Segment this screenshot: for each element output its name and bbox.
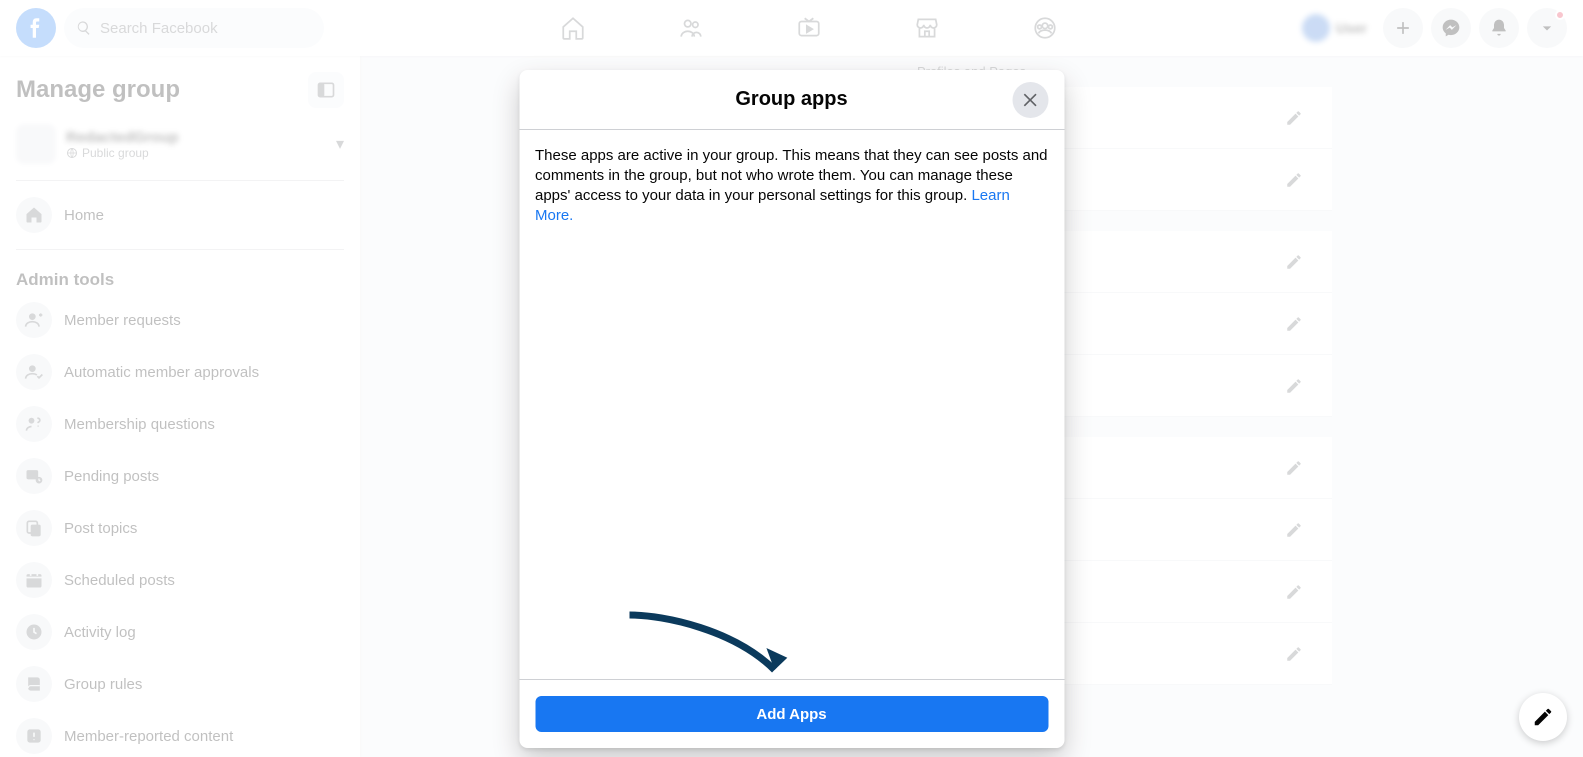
modal-footer: Add Apps [519,679,1064,748]
add-apps-button[interactable]: Add Apps [535,696,1048,732]
group-apps-modal: Group apps These apps are active in your… [519,70,1064,748]
annotation-arrow-icon [624,605,789,685]
close-button[interactable] [1012,82,1048,118]
modal-header: Group apps [519,70,1064,130]
modal-body: These apps are active in your group. Thi… [519,130,1064,679]
modal-title: Group apps [735,88,847,111]
compose-icon [1532,706,1554,728]
compose-button[interactable] [1519,693,1567,741]
close-icon [1020,90,1040,110]
